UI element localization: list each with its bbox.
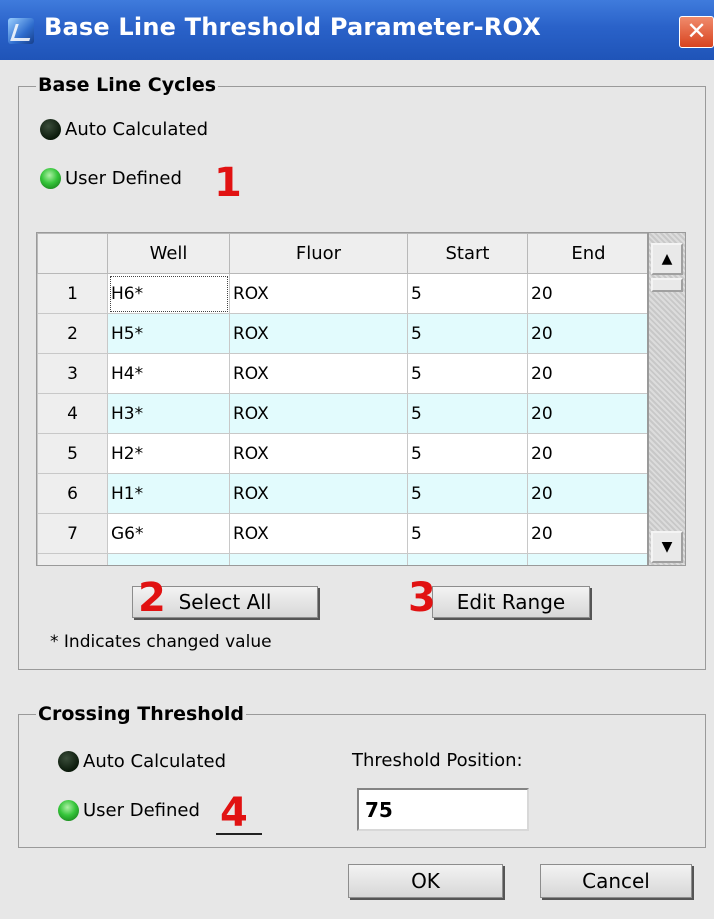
cell-fluor[interactable]: ROX [229,353,408,394]
edit-range-button[interactable]: Edit Range [432,586,590,618]
annotation-marker-1: 1 [214,160,242,206]
cell-end[interactable]: 20 [527,433,647,474]
cell-fluor[interactable]: ROX [229,513,408,554]
cell-well[interactable]: G5* [107,553,230,565]
cell-start[interactable]: 5 [407,433,528,474]
baseline-auto-radio[interactable]: Auto Calculated [40,119,208,140]
cell-fluor[interactable]: ROX [229,313,408,354]
cell-start[interactable]: 5 [407,393,528,434]
close-button[interactable]: ✕ [679,16,714,48]
baseline-user-label: User Defined [65,168,182,189]
marker-underline [216,833,262,835]
table-row[interactable]: 3 H4* ROX 5 20 [37,353,647,394]
table-row[interactable]: 1 H6* ROX 5 20 [37,273,647,314]
cell-end[interactable]: 20 [527,393,647,434]
baseline-table[interactable]: Well Fluor Start End 1 H6* ROX 5 20 2 H5… [36,232,648,566]
crossing-auto-radio[interactable]: Auto Calculated [58,751,226,772]
radio-selected-icon [40,168,61,189]
cell-end[interactable]: 20 [527,473,647,514]
table-row[interactable]: 5 H2* ROX 5 20 [37,433,647,474]
cell-start[interactable]: 5 [407,353,528,394]
cell-start[interactable]: 5 [407,273,528,314]
annotation-marker-4: 4 [220,790,248,836]
column-header-rownum [37,233,108,274]
baseline-user-radio[interactable]: User Defined [40,168,182,189]
cell-end[interactable]: 20 [527,513,647,554]
ok-button[interactable]: OK [348,864,503,898]
annotation-marker-2: 2 [138,575,166,621]
threshold-position-input[interactable]: 75 [357,788,529,831]
row-number: 5 [37,433,108,474]
title-bar[interactable]: Base Line Threshold Parameter-ROX ✕ [0,0,714,60]
cell-end[interactable]: 20 [527,273,647,314]
cell-end[interactable]: 20 [527,313,647,354]
baseline-auto-label: Auto Calculated [65,119,209,140]
row-number: 1 [37,273,108,314]
baseline-cycles-legend: Base Line Cycles [36,74,219,96]
cell-fluor[interactable]: ROX [229,273,408,314]
cell-well[interactable]: H3* [107,393,230,434]
crossing-user-radio[interactable]: User Defined [58,800,200,821]
radio-unselected-icon [40,119,61,140]
row-number: 8 [37,553,108,565]
annotation-marker-3: 3 [408,575,436,621]
table-row[interactable]: 7 G6* ROX 5 20 [37,513,647,554]
cell-start[interactable]: 5 [407,313,528,354]
crossing-threshold-legend: Crossing Threshold [36,703,246,725]
cell-well[interactable]: H4* [107,353,230,394]
row-number: 2 [37,313,108,354]
table-vertical-scrollbar[interactable]: ▲ ▼ [648,232,686,566]
row-number: 6 [37,473,108,514]
cell-end[interactable]: 20 [527,553,647,565]
scroll-down-icon[interactable]: ▼ [651,531,683,563]
cell-fluor[interactable]: ROX [229,433,408,474]
cell-fluor[interactable]: ROX [229,553,408,565]
crossing-user-label: User Defined [83,800,200,821]
cancel-button[interactable]: Cancel [540,864,692,898]
cell-well[interactable]: H2* [107,433,230,474]
cell-start[interactable]: 5 [407,513,528,554]
radio-unselected-icon [58,751,79,772]
table-header-row: Well Fluor Start End [37,233,647,274]
cell-fluor[interactable]: ROX [229,473,408,514]
cell-start[interactable]: 5 [407,553,528,565]
row-number: 7 [37,513,108,554]
cell-well[interactable]: H1* [107,473,230,514]
window-title: Base Line Threshold Parameter-ROX [44,13,541,41]
cell-well[interactable]: H5* [107,313,230,354]
column-header-fluor[interactable]: Fluor [229,233,408,274]
dialog-window: Base Line Threshold Parameter-ROX ✕ Base… [0,0,714,919]
threshold-position-label: Threshold Position: [352,750,523,771]
column-header-well[interactable]: Well [107,233,230,274]
radio-selected-icon [58,800,79,821]
crossing-auto-label: Auto Calculated [83,751,227,772]
row-number: 3 [37,353,108,394]
app-icon [8,18,34,44]
scroll-thumb[interactable] [651,278,683,292]
cell-start[interactable]: 5 [407,473,528,514]
table-row[interactable]: 2 H5* ROX 5 20 [37,313,647,354]
cell-well[interactable]: G6* [107,513,230,554]
table-row[interactable]: 4 H3* ROX 5 20 [37,393,647,434]
scroll-up-icon[interactable]: ▲ [651,243,683,275]
cell-end[interactable]: 20 [527,353,647,394]
cell-well[interactable]: H6* [107,273,230,314]
cell-fluor[interactable]: ROX [229,393,408,434]
changed-value-footnote: * Indicates changed value [50,632,272,652]
table-row[interactable]: 6 H1* ROX 5 20 [37,473,647,514]
column-header-end[interactable]: End [527,233,647,274]
table-row[interactable]: 8 G5* ROX 5 20 [37,553,647,565]
row-number: 4 [37,393,108,434]
column-header-start[interactable]: Start [407,233,528,274]
